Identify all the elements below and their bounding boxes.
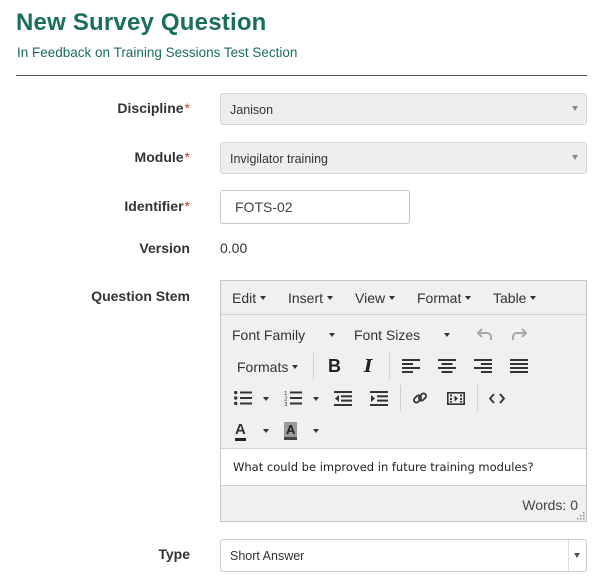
discipline-select[interactable]: Janison <box>220 93 587 125</box>
discipline-label: Discipline* <box>117 100 190 116</box>
question-stem-label: Question Stem <box>91 288 190 304</box>
menu-edit[interactable]: Edit <box>232 290 267 306</box>
caret-down-icon[interactable] <box>313 397 319 401</box>
discipline-select-value: Janison <box>230 103 274 117</box>
page-subtitle: In Feedback on Training Sessions Test Se… <box>17 45 298 60</box>
menu-view[interactable]: View <box>355 290 396 306</box>
caret-down-icon <box>260 296 267 300</box>
caret-down-icon <box>389 296 396 300</box>
bold-icon[interactable]: B <box>328 356 341 377</box>
type-label: Type <box>158 546 190 562</box>
resize-handle-icon[interactable] <box>577 512 585 520</box>
svg-text:3: 3 <box>284 402 288 406</box>
background-color-icon[interactable]: A <box>284 422 298 440</box>
toolbar-separator <box>477 385 478 411</box>
redo-icon[interactable] <box>511 327 527 341</box>
caret-down-icon <box>327 296 334 300</box>
header-divider <box>16 75 587 76</box>
chevron-down-icon <box>572 155 578 160</box>
caret-down-icon <box>444 333 451 337</box>
link-icon[interactable] <box>412 390 428 406</box>
caret-down-icon[interactable] <box>263 397 269 401</box>
caret-down-icon <box>292 365 299 369</box>
caret-down-icon[interactable] <box>313 429 319 433</box>
module-label: Module* <box>134 149 190 165</box>
source-code-icon[interactable] <box>489 393 505 404</box>
caret-down-icon <box>530 296 537 300</box>
chevron-down-icon <box>572 106 578 111</box>
undo-icon[interactable] <box>477 327 493 341</box>
required-asterisk: * <box>184 198 190 214</box>
caret-down-icon <box>465 296 472 300</box>
font-sizes-dropdown[interactable]: Font Sizes <box>354 327 451 343</box>
word-count: Words: 0 <box>522 497 578 513</box>
identifier-label: Identifier* <box>124 198 190 214</box>
required-asterisk: * <box>184 100 190 116</box>
formats-dropdown[interactable]: Formats <box>237 359 299 375</box>
toolbar-separator <box>389 353 390 379</box>
menu-table[interactable]: Table <box>493 290 537 306</box>
menu-format[interactable]: Format <box>417 290 472 306</box>
chevron-down-icon <box>574 553 580 558</box>
align-left-icon[interactable] <box>402 359 420 373</box>
editor-menubar: Edit Insert View Format Table <box>221 281 586 315</box>
align-center-icon[interactable] <box>438 359 456 373</box>
version-label: Version <box>139 240 190 256</box>
toolbar-separator <box>313 353 314 379</box>
numbered-list-icon[interactable]: 1 2 3 <box>284 390 302 406</box>
module-select[interactable]: Invigilator training <box>220 142 587 174</box>
type-select-value: Short Answer <box>230 549 305 563</box>
toolbar-separator <box>400 385 401 411</box>
align-justify-icon[interactable] <box>510 359 528 373</box>
font-family-dropdown[interactable]: Font Family <box>232 327 336 343</box>
editor-content[interactable]: What could be improved in future trainin… <box>221 448 586 486</box>
caret-down-icon[interactable] <box>263 429 269 433</box>
page-title: New Survey Question <box>16 9 267 36</box>
bullet-list-icon[interactable] <box>234 391 252 405</box>
text-color-icon[interactable]: A <box>235 422 246 441</box>
required-asterisk: * <box>184 149 190 165</box>
align-right-icon[interactable] <box>474 359 492 373</box>
version-value: 0.00 <box>220 240 248 256</box>
rich-text-editor: Edit Insert View Format Table Font Famil… <box>220 280 587 522</box>
outdent-icon[interactable] <box>334 391 352 406</box>
module-select-value: Invigilator training <box>230 152 328 166</box>
italic-icon[interactable]: I <box>364 356 372 377</box>
caret-down-icon <box>329 333 336 337</box>
type-select[interactable]: Short Answer <box>220 539 587 572</box>
indent-icon[interactable] <box>370 391 388 406</box>
menu-insert[interactable]: Insert <box>288 290 334 306</box>
identifier-input[interactable]: FOTS-02 <box>220 190 410 224</box>
media-icon[interactable] <box>447 392 465 405</box>
